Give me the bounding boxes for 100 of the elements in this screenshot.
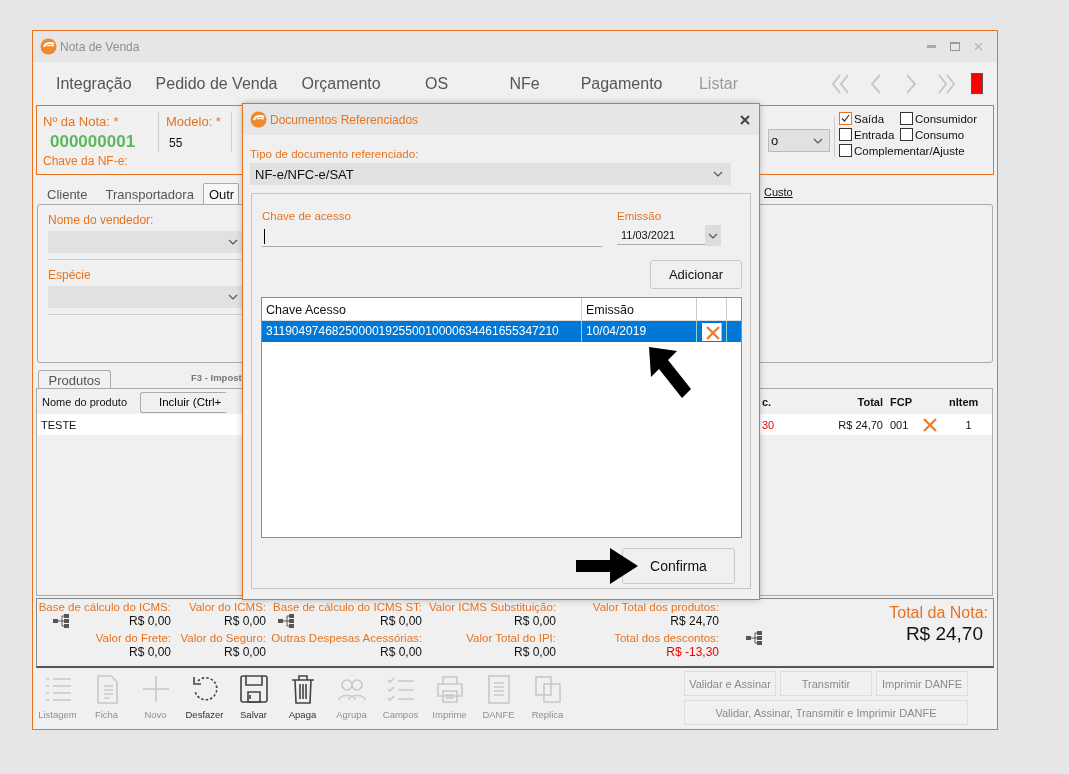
tab[interactable]: Transportadora	[96, 183, 203, 204]
checkbox[interactable]	[900, 128, 913, 141]
plus-icon	[140, 674, 171, 704]
field-label: Espécie	[48, 268, 92, 282]
menu-item[interactable]: NFe	[492, 74, 557, 93]
add-product-button[interactable]: Incluir (Ctrl+	[140, 391, 226, 413]
hierarchy-icon	[53, 614, 70, 628]
toolbar-button[interactable]: Apaga	[278, 668, 327, 724]
checkbox-label: Consumidor	[915, 112, 977, 125]
close-icon[interactable]	[974, 42, 983, 51]
total-value: R$ 0,00	[513, 614, 556, 628]
total-label: Total da Nota:	[889, 604, 988, 622]
maximize-icon[interactable]	[950, 42, 960, 51]
total-value: R$ 0,00	[379, 645, 422, 659]
menu-item[interactable]: Pagamento	[580, 74, 663, 93]
document-type-dropdown[interactable]: NF-e/NFC-e/SAT	[250, 163, 731, 185]
logo-icon	[40, 38, 57, 55]
column-header: Nome do produto	[42, 396, 127, 408]
pointer-arrow	[576, 548, 638, 584]
total-value: R$ 0,00	[223, 614, 266, 628]
total-value: R$ 0,00	[128, 614, 171, 628]
total-label: Outras Despesas Acessórias:	[271, 632, 422, 644]
menu-item[interactable]: Pedido de Venda	[155, 74, 278, 93]
chevron-down-icon	[813, 137, 823, 144]
field-label: Nome do vendedor:	[48, 213, 155, 227]
table-cell-text: R$ 24,70	[837, 418, 884, 431]
toolbar-button[interactable]: Desfazer	[180, 668, 229, 724]
field-label: Modelo: *	[166, 114, 221, 129]
cross-icon[interactable]	[706, 326, 720, 340]
invoice-number: 000000001	[50, 132, 137, 152]
confirm-button[interactable]: Confirma	[622, 548, 735, 584]
total-value: R$ 0,00	[128, 645, 171, 659]
chevron-down-icon	[228, 239, 238, 245]
table-cell-text: TESTE	[40, 418, 78, 431]
total-label: Valor do Frete:	[95, 632, 171, 644]
hierarchy-icon	[278, 614, 295, 628]
field-label: Chave da NF-e:	[43, 154, 129, 168]
total-label: Valor do ICMS:	[188, 601, 266, 613]
model-value: 55	[169, 136, 184, 150]
total-label: Valor do Seguro:	[180, 632, 266, 644]
window-title: Nota de Venda	[60, 39, 141, 54]
chevron-down-icon	[228, 294, 238, 300]
checkbox-label: Complementar/Ajuste	[854, 144, 965, 157]
total-label: Total dos descontos:	[614, 632, 719, 644]
checkbox[interactable]	[839, 144, 852, 157]
chevron-down-icon	[708, 232, 718, 239]
tab[interactable]: Produtos	[38, 370, 111, 388]
total-value: R$ 0,00	[379, 614, 422, 628]
total-label: Valor Total do IPI:	[466, 632, 556, 644]
checkbox-label: Consumo	[915, 128, 965, 141]
tab[interactable]: Cliente	[38, 183, 97, 204]
toolbar-button[interactable]: Salvar	[229, 668, 278, 724]
checkbox[interactable]	[839, 112, 852, 125]
table-cell: 31190497468250000192550010000634461655347210	[262, 321, 582, 342]
pointer-arrow	[649, 347, 691, 399]
menu-item[interactable]: Orçamento	[301, 74, 381, 93]
table-cell-text: 1	[964, 418, 973, 431]
printer-icon	[434, 674, 465, 704]
dropdown[interactable]: o	[768, 129, 830, 152]
close-icon	[740, 114, 750, 125]
table-cell: 10/04/2019	[582, 321, 697, 342]
tab[interactable]: Custo	[764, 186, 793, 204]
add-button[interactable]: Adicionar	[650, 260, 742, 289]
status-indicator	[971, 73, 983, 94]
table-row[interactable]: 31190497468250000192550010000634461655347210 10/04/2019	[262, 321, 741, 342]
column-header: Emissão	[582, 298, 697, 320]
menu-item[interactable]: OS	[404, 74, 469, 93]
save-icon	[238, 674, 269, 704]
table-cell-text: 001	[889, 418, 910, 431]
field-label: Emissão	[617, 210, 662, 222]
total-label: Base de cálculo do ICMS:	[38, 601, 171, 613]
double-chevron-right-icon[interactable]	[936, 73, 956, 94]
column-header: nItem	[948, 396, 980, 408]
menu-item[interactable]: Integração	[56, 74, 132, 93]
checkbox[interactable]	[839, 128, 852, 141]
field-label: Nº da Nota: *	[43, 114, 119, 129]
table-cell-text: 30	[761, 418, 776, 431]
shortcut-label: F3 - Impost	[191, 372, 242, 383]
total-value: R$ 24,70	[905, 623, 983, 645]
access-key-field[interactable]	[262, 226, 602, 247]
column-header: c.	[761, 396, 773, 408]
close-button[interactable]	[740, 114, 750, 125]
checklist-icon	[385, 674, 416, 704]
checkbox[interactable]	[900, 112, 913, 125]
total-value: R$ 24,70	[670, 614, 719, 628]
column-header: FCP	[889, 396, 913, 408]
hierarchy-icon	[745, 630, 763, 645]
total-value: R$ -13,30	[666, 645, 719, 659]
copy-icon	[532, 674, 563, 704]
total-label: Valor ICMS Substituição:	[429, 601, 556, 613]
tab[interactable]: Outr	[202, 183, 240, 204]
column-header: Total	[856, 396, 884, 408]
total-value: R$ 0,00	[513, 645, 556, 659]
cross-icon[interactable]	[923, 417, 937, 432]
chevron-down-icon	[713, 171, 723, 177]
total-label: Base de cálculo do ICMS ST:	[273, 601, 422, 613]
double-chevron-left-icon[interactable]	[831, 73, 851, 94]
column-header: Chave Acesso	[262, 298, 582, 320]
date-dropdown-button[interactable]	[705, 225, 721, 246]
total-value: R$ 0,00	[223, 645, 266, 659]
